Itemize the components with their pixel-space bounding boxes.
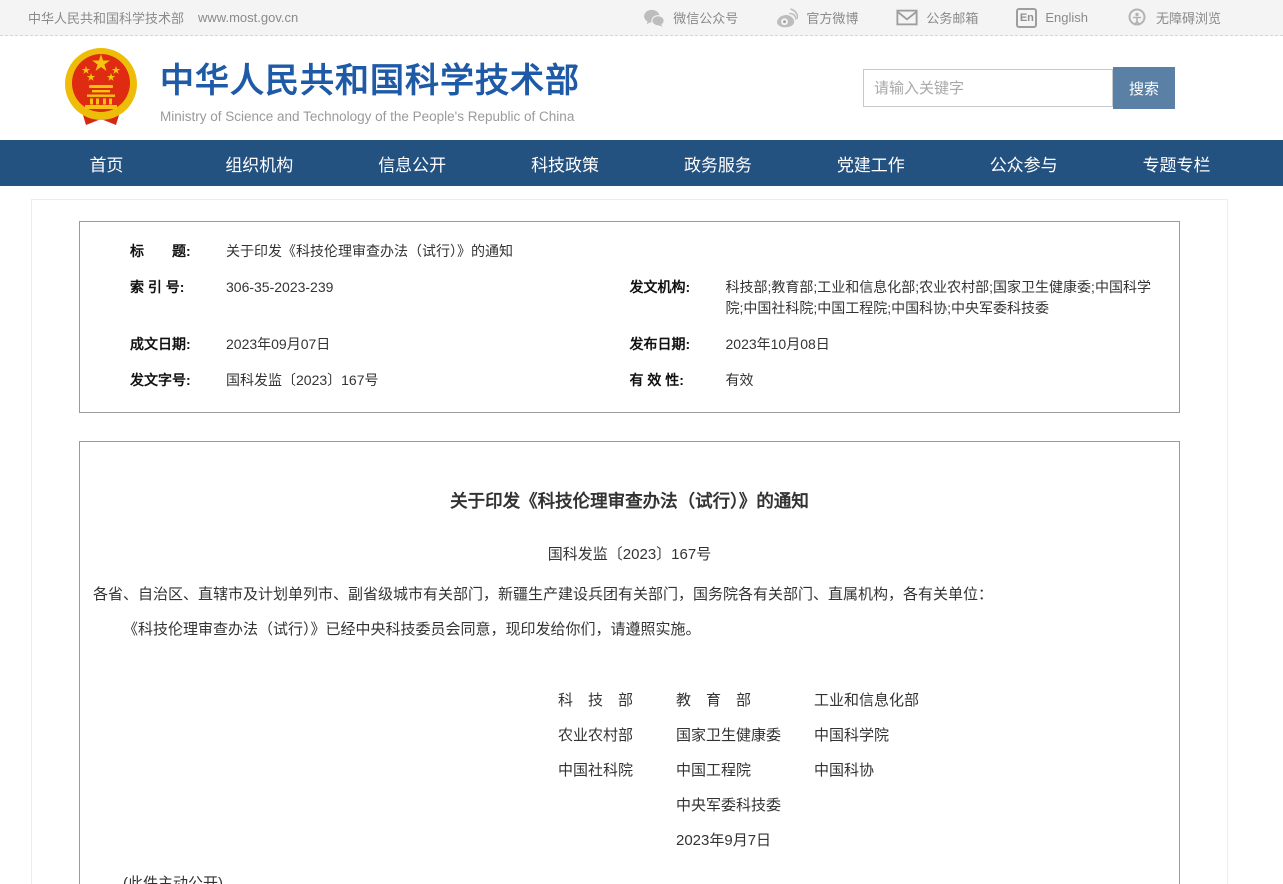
main-nav: 首页 组织机构 信息公开 科技政策 政务服务 党建工作 公众参与 专题专栏 xyxy=(0,140,1283,186)
signature-cell: 中国科协 xyxy=(814,753,1166,788)
nav-item-gov-services[interactable]: 政务服务 xyxy=(642,151,795,176)
nav-item-public-participation[interactable]: 公众参与 xyxy=(947,151,1100,176)
topbar-link-label: 微信公众号 xyxy=(673,8,738,27)
top-utility-bar: 中华人民共和国科学技术部 www.most.gov.cn 微信公众号 xyxy=(0,0,1283,36)
ministry-subtitle: Ministry of Science and Technology of th… xyxy=(160,109,580,124)
signature-cell xyxy=(814,788,1166,823)
signature-cell: 中国工程院 xyxy=(676,753,814,788)
topbar-link-label: English xyxy=(1045,10,1088,25)
meta-issuer-label: 发文机构: xyxy=(630,277,726,320)
signature-cell: 中国社科院 xyxy=(558,753,676,788)
meta-title-value: 关于印发《科技伦理审查办法（试行）》的通知 xyxy=(226,241,1179,263)
wechat-icon xyxy=(643,8,665,28)
meta-written-date-value: 2023年09月07日 xyxy=(226,334,630,356)
meta-validity-label: 有 效 性: xyxy=(630,370,726,392)
topbar-link-english[interactable]: En English xyxy=(1016,8,1088,28)
article-doc-number: 国科发监〔2023〕167号 xyxy=(93,543,1166,564)
nav-item-party-building[interactable]: 党建工作 xyxy=(794,151,947,176)
meta-publish-date-value: 2023年10月08日 xyxy=(726,334,1180,356)
search-button[interactable]: 搜索 xyxy=(1113,67,1175,109)
signature-cell xyxy=(558,823,676,858)
signature-cell: 国家卫生健康委 xyxy=(676,718,814,753)
article-title: 关于印发《科技伦理审查办法（试行）》的通知 xyxy=(93,488,1166,513)
search-input[interactable] xyxy=(863,69,1113,107)
meta-validity-value: 有效 xyxy=(726,370,1180,392)
document-meta-box: 标 题: 关于印发《科技伦理审查办法（试行）》的通知 索 引 号: 306-35… xyxy=(79,221,1180,413)
topbar-link-label: 无障碍浏览 xyxy=(1156,8,1221,27)
meta-publish-date-label: 发布日期: xyxy=(630,334,726,356)
meta-index-label: 索 引 号: xyxy=(130,277,226,320)
accessibility-icon xyxy=(1126,8,1148,28)
signature-cell: 科 技 部 xyxy=(558,683,676,718)
topbar-links: 微信公众号 官方微博 公务邮箱 xyxy=(643,8,1221,28)
signature-cell: 中央军委科技委 xyxy=(676,788,814,823)
signature-cell: 中国科学院 xyxy=(814,718,1166,753)
signature-date: 2023年9月7日 xyxy=(676,823,814,858)
meta-row-title: 标 题: 关于印发《科技伦理审查办法（试行）》的通知 xyxy=(80,234,1179,270)
signature-cell xyxy=(814,823,1166,858)
article-box: 关于印发《科技伦理审查办法（试行）》的通知 国科发监〔2023〕167号 各省、… xyxy=(79,441,1180,884)
site-url[interactable]: www.most.gov.cn xyxy=(198,10,298,25)
signature-cell: 工业和信息化部 xyxy=(814,683,1166,718)
nav-item-home[interactable]: 首页 xyxy=(30,151,183,176)
brand-block: 中华人民共和国科学技术部 Ministry of Science and Tec… xyxy=(160,53,580,124)
nav-item-special-topics[interactable]: 专题专栏 xyxy=(1100,151,1253,176)
signature-cell: 农业农村部 xyxy=(558,718,676,753)
signature-cell: 教 育 部 xyxy=(676,683,814,718)
meta-row-index-issuer: 索 引 号: 306-35-2023-239 发文机构: 科技部;教育部;工业和… xyxy=(80,270,1179,327)
topbar-link-weibo[interactable]: 官方微博 xyxy=(776,8,858,28)
site-header: 中华人民共和国科学技术部 Ministry of Science and Tec… xyxy=(0,36,1283,140)
meta-row-dates: 成文日期: 2023年09月07日 发布日期: 2023年10月08日 xyxy=(80,327,1179,363)
signature-block: 科 技 部 教 育 部 工业和信息化部 农业农村部 国家卫生健康委 中国科学院 … xyxy=(558,683,1166,858)
site-name: 中华人民共和国科学技术部 xyxy=(28,8,184,27)
meta-written-date-label: 成文日期: xyxy=(130,334,226,356)
meta-doc-number-value: 国科发监〔2023〕167号 xyxy=(226,370,630,392)
article-paragraph-body: 《科技伦理审查办法（试行）》已经中央科技委员会同意，现印发给你们，请遵照实施。 xyxy=(93,617,1166,643)
mail-icon xyxy=(896,8,918,28)
meta-title-label: 标 题: xyxy=(130,241,226,263)
topbar-link-label: 公务邮箱 xyxy=(926,8,978,27)
content-panel: 标 题: 关于印发《科技伦理审查办法（试行）》的通知 索 引 号: 306-35… xyxy=(31,199,1228,884)
signature-cell xyxy=(558,788,676,823)
article-footnote: (此件主动公开) xyxy=(93,872,1166,884)
site-identity: 中华人民共和国科学技术部 www.most.gov.cn xyxy=(28,8,298,27)
topbar-link-mail[interactable]: 公务邮箱 xyxy=(896,8,978,28)
weibo-icon xyxy=(776,8,798,28)
national-emblem-logo[interactable] xyxy=(64,47,138,129)
search-bar: 搜索 xyxy=(863,67,1175,109)
meta-doc-number-label: 发文字号: xyxy=(130,370,226,392)
ministry-title: 中华人民共和国科学技术部 xyxy=(160,53,580,102)
meta-issuer-value: 科技部;教育部;工业和信息化部;农业农村部;国家卫生健康委;中国科学院;中国社科… xyxy=(726,277,1180,320)
nav-item-sci-tech-policy[interactable]: 科技政策 xyxy=(489,151,642,176)
nav-item-organization[interactable]: 组织机构 xyxy=(183,151,336,176)
english-icon: En xyxy=(1016,8,1037,28)
article-paragraph-salutation: 各省、自治区、直辖市及计划单列市、副省级城市有关部门，新疆生产建设兵团有关部门，… xyxy=(93,582,1166,608)
meta-index-value: 306-35-2023-239 xyxy=(226,277,630,320)
nav-item-info-disclosure[interactable]: 信息公开 xyxy=(336,151,489,176)
meta-row-number-validity: 发文字号: 国科发监〔2023〕167号 有 效 性: 有效 xyxy=(80,363,1179,399)
topbar-link-label: 官方微博 xyxy=(806,8,858,27)
topbar-link-accessibility[interactable]: 无障碍浏览 xyxy=(1126,8,1221,28)
topbar-link-wechat[interactable]: 微信公众号 xyxy=(643,8,738,28)
